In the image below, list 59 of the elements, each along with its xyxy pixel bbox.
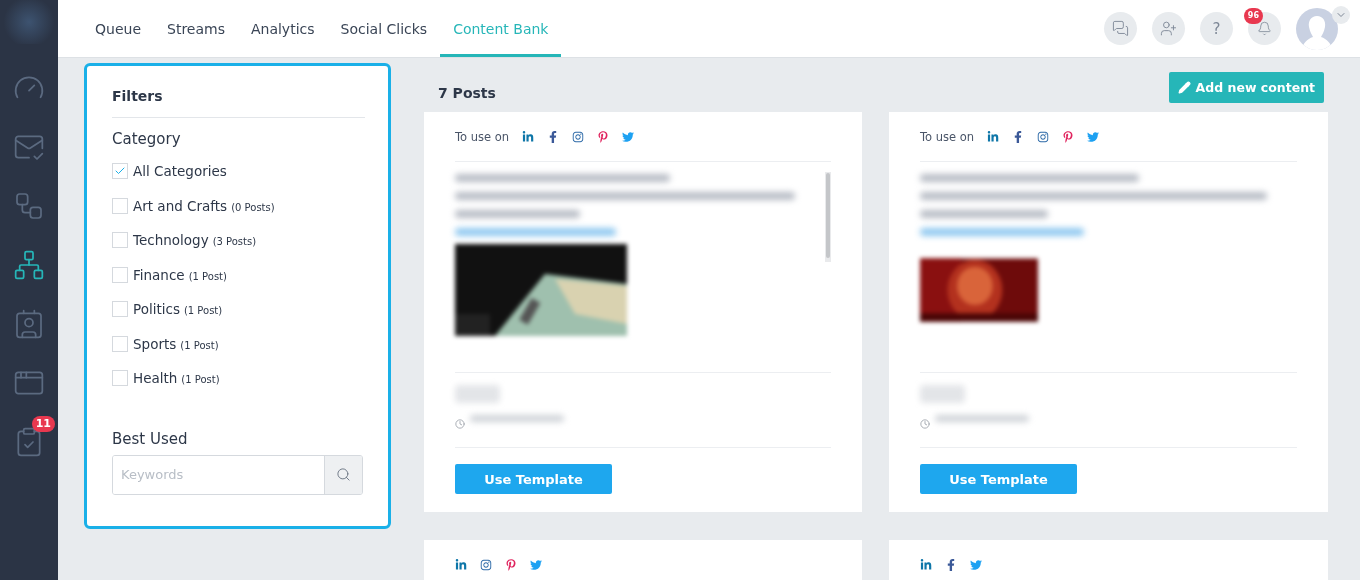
notification-badge: 96	[1243, 8, 1263, 24]
checkbox[interactable]	[112, 232, 128, 249]
twitter-icon	[970, 559, 982, 571]
category-label[interactable]: Sports (1 Post)	[133, 335, 219, 352]
search-box[interactable]: Keywords	[112, 454, 363, 495]
scrollbar[interactable]	[825, 172, 831, 262]
search-button[interactable]	[324, 455, 362, 494]
panel-title: Filters	[112, 88, 365, 118]
blurred-tag	[920, 385, 966, 403]
clock-icon	[455, 418, 465, 429]
chat-button[interactable]	[1104, 12, 1137, 45]
pencil-icon	[1177, 81, 1191, 94]
chat-icon	[1112, 20, 1129, 37]
category-label[interactable]: All Categories	[133, 163, 227, 180]
category-label[interactable]: Health (1 Post)	[133, 370, 220, 387]
checkbox[interactable]	[112, 370, 128, 387]
category-label[interactable]: Technology (3 Posts)	[133, 232, 257, 249]
pinterest-icon	[505, 559, 517, 571]
checkbox[interactable]	[112, 301, 128, 318]
network-label: To use on	[920, 130, 975, 144]
section-title: Category	[112, 130, 182, 148]
linkedin-icon	[522, 131, 535, 143]
network-label: To use on	[455, 130, 510, 144]
category-label[interactable]: Finance (1 Post)	[133, 266, 227, 283]
pinterest-icon	[597, 131, 610, 143]
search-icon	[336, 467, 351, 482]
network-icon[interactable]	[13, 248, 45, 281]
twitter-icon	[530, 559, 542, 571]
instagram-icon	[480, 559, 492, 571]
nav-tab[interactable]: Queue	[82, 0, 154, 57]
contact-card-icon[interactable]	[13, 307, 45, 340]
checkbox[interactable]	[112, 197, 128, 214]
linkedin-icon	[987, 131, 1000, 143]
user-button[interactable]	[1152, 12, 1185, 45]
pinterest-icon	[1062, 131, 1075, 143]
linkedin-icon	[920, 559, 932, 571]
checkbox[interactable]	[112, 163, 128, 180]
nav-tab[interactable]: Social Clicks	[327, 0, 441, 57]
linkedin-icon	[455, 559, 467, 571]
section-title: Best Used	[112, 429, 189, 448]
checkbox[interactable]	[112, 335, 128, 352]
instagram-icon	[572, 131, 585, 143]
nav-tab[interactable]: Analytics	[237, 0, 328, 57]
nav-tab[interactable]: Streams	[154, 0, 238, 57]
blurred-tag	[455, 385, 501, 403]
twitter-icon	[622, 131, 635, 143]
twitter-icon	[1087, 131, 1100, 143]
chevron-down-icon[interactable]	[1332, 5, 1350, 24]
user-plus-icon	[1160, 20, 1177, 37]
bell-icon	[1257, 21, 1272, 36]
notification-badge: 11	[31, 416, 55, 432]
facebook-icon	[945, 559, 957, 571]
category-label[interactable]: Art and Crafts (0 Posts)	[133, 197, 275, 214]
category-label[interactable]: Politics (1 Post)	[133, 301, 223, 318]
clock-icon	[920, 418, 930, 429]
checkbox[interactable]	[112, 266, 128, 283]
instagram-icon	[1037, 131, 1050, 143]
posts-count: 7 Posts	[438, 84, 496, 101]
avatar[interactable]	[1296, 7, 1338, 50]
